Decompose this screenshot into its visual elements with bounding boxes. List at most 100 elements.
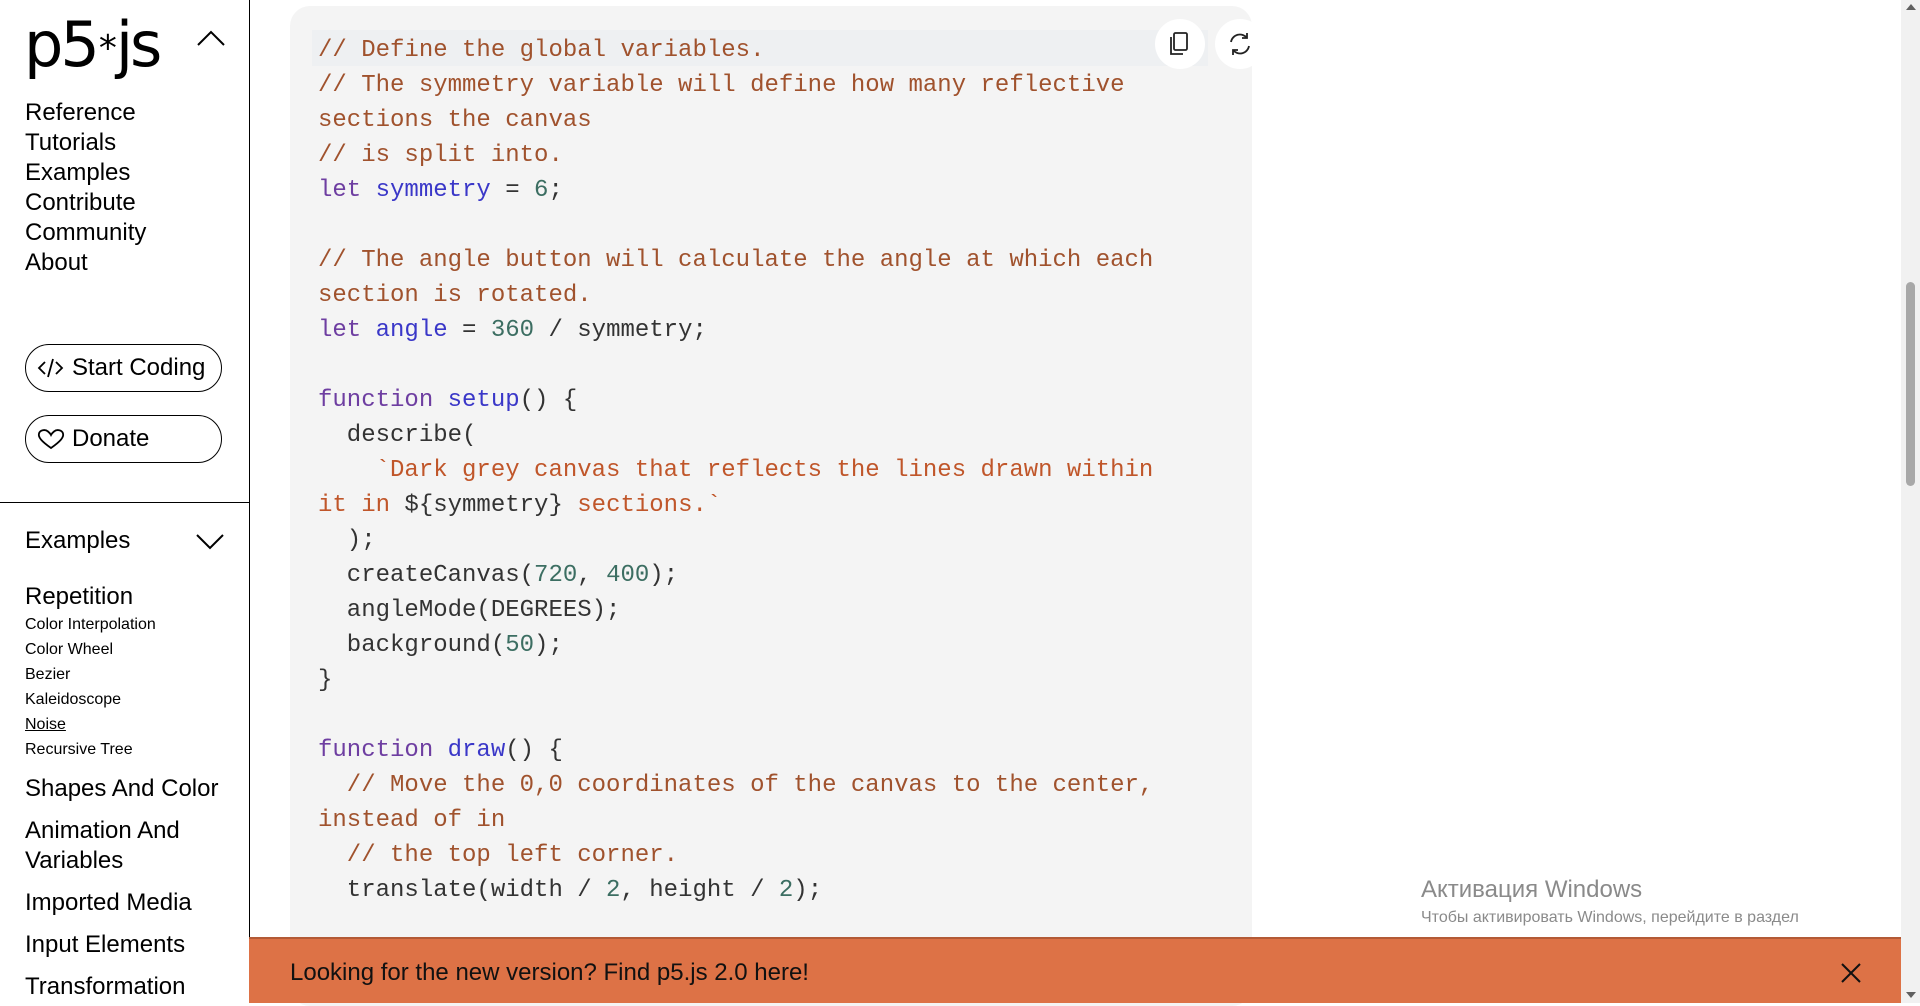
code-line: // Move the 0,0 coordinates of the canva… <box>318 768 1154 803</box>
examples-header: Examples <box>25 527 131 554</box>
code-token: let <box>318 177 376 204</box>
code-token: , height / <box>620 877 779 904</box>
code-line: describe( <box>318 418 1153 453</box>
code-token: // the top left corner. <box>318 842 679 869</box>
code-token: draw <box>447 737 506 764</box>
code-line: } <box>318 663 1153 698</box>
code-token: function <box>318 387 448 414</box>
code-token: , <box>577 562 607 589</box>
code-token: sections the canvas <box>318 107 592 134</box>
code-token: sections.` <box>562 492 722 519</box>
code-line: let angle = 360 / symmetry; <box>318 313 1153 348</box>
logo-asterisk: * <box>98 27 117 69</box>
code-token: 6 <box>534 177 549 204</box>
nav-community[interactable]: Community <box>25 218 146 248</box>
heart-icon <box>37 429 65 450</box>
example-noise[interactable]: Noise <box>25 712 235 737</box>
code-line: // is split into. <box>318 138 1153 173</box>
code-line: it in ${symmetry} sections.` <box>318 488 1153 523</box>
code-token: let <box>318 317 376 344</box>
example-kaleidoscope[interactable]: Kaleidoscope <box>25 687 235 712</box>
category-input-elements[interactable]: Input Elements <box>25 930 235 960</box>
code-token: createCanvas( <box>318 562 535 589</box>
watermark-title: Активация Windows <box>1421 876 1643 903</box>
example-color-wheel[interactable]: Color Wheel <box>25 637 235 662</box>
nav-tutorials[interactable]: Tutorials <box>25 128 146 158</box>
copy-icon <box>1170 32 1188 55</box>
code-token: 2 <box>778 877 794 904</box>
category-shapes-and-color[interactable]: Shapes And Color <box>25 774 235 804</box>
start-coding-label: Start Coding <box>72 354 206 381</box>
p5js-logo[interactable]: p5*js <box>24 14 162 76</box>
donate-label: Donate <box>72 425 150 452</box>
code-token: ; <box>548 177 563 204</box>
code-line: // the top left corner. <box>318 838 1153 873</box>
logo-text-p5: p5 <box>24 8 100 81</box>
category-transformation[interactable]: Transformation <box>25 972 235 1002</box>
code-line: angleMode(DEGREES); <box>318 593 1153 628</box>
code-token: angleMode(DEGREES); <box>318 597 621 624</box>
examples-section-toggle[interactable]: Examples <box>25 527 225 555</box>
code-token: } <box>318 667 333 694</box>
chevron-up-icon[interactable] <box>196 28 226 48</box>
category-imported-media[interactable]: Imported Media <box>25 888 235 918</box>
code-line: translate(width / 2, height / 2); <box>318 873 1153 908</box>
code-token: 50 <box>505 632 535 659</box>
main-nav: Reference Tutorials Examples Contribute … <box>25 98 146 278</box>
code-token: 720 <box>534 562 578 589</box>
scroll-down-arrow-icon[interactable] <box>1906 992 1916 998</box>
code-token: = <box>490 177 535 204</box>
scroll-up-arrow-icon[interactable] <box>1906 4 1916 10</box>
sidebar-divider <box>0 502 249 503</box>
page-scrollbar[interactable] <box>1901 0 1920 1003</box>
nav-examples[interactable]: Examples <box>25 158 146 188</box>
close-icon[interactable] <box>1839 961 1863 985</box>
category-animation-and-variables[interactable]: Animation And Variables <box>25 816 235 876</box>
code-token: () { <box>519 387 578 414</box>
category-repetition[interactable]: Repetition <box>25 582 235 612</box>
code-line: let symmetry = 6; <box>318 173 1153 208</box>
version-banner[interactable]: Looking for the new version? Find p5.js … <box>249 937 1901 1003</box>
code-token: 360 <box>490 317 535 344</box>
start-coding-button[interactable]: Start Coding <box>25 344 222 392</box>
nav-reference[interactable]: Reference <box>25 98 146 128</box>
code-line: `Dark grey canvas that reflects the line… <box>318 453 1154 488</box>
chevron-down-icon <box>196 534 224 550</box>
code-line: function draw() { <box>318 733 1153 768</box>
code-token: // Move the 0,0 coordinates of the canva… <box>318 772 1154 799</box>
code-content[interactable]: // Define the global variables. // The sy… <box>318 33 1153 908</box>
nav-about[interactable]: About <box>25 248 146 278</box>
example-bezier[interactable]: Bezier <box>25 662 235 687</box>
code-token: // The symmetry variable will define how… <box>318 72 1125 99</box>
code-editor[interactable]: // Define the global variables. // The sy… <box>290 6 1265 1006</box>
code-token: = <box>447 317 491 344</box>
code-token: describe( <box>318 422 477 449</box>
code-token: ); <box>649 562 679 589</box>
code-token: / symmetry; <box>534 317 707 344</box>
nav-contribute[interactable]: Contribute <box>25 188 146 218</box>
code-line: instead of in <box>318 803 1153 838</box>
code-token: // The angle button will calculate the a… <box>318 247 1154 274</box>
copy-code-button[interactable] <box>1155 19 1205 69</box>
code-line: // The angle button will calculate the a… <box>318 243 1153 278</box>
example-color-interpolation[interactable]: Color Interpolation <box>25 612 235 637</box>
code-token: 400 <box>606 562 650 589</box>
code-token: it in <box>318 492 405 519</box>
code-line: createCanvas(720, 400); <box>318 558 1153 593</box>
banner-text[interactable]: Looking for the new version? Find p5.js … <box>290 959 809 987</box>
code-line: background(50); <box>318 628 1153 663</box>
example-recursive-tree[interactable]: Recursive Tree <box>25 737 235 762</box>
reset-code-button[interactable] <box>1215 19 1265 69</box>
code-token: 2 <box>606 877 621 904</box>
scrollbar-thumb[interactable] <box>1906 282 1915 486</box>
code-token: ); <box>318 527 376 554</box>
code-line: ); <box>318 523 1153 558</box>
code-token: // Define the global variables. <box>318 37 765 64</box>
sidebar: p5*js Reference Tutorials Examples Contr… <box>0 0 250 1003</box>
donate-button[interactable]: Donate <box>25 415 222 463</box>
code-line: // The symmetry variable will define how… <box>318 68 1153 103</box>
code-token: () { <box>505 737 563 764</box>
code-token: setup <box>447 387 520 414</box>
